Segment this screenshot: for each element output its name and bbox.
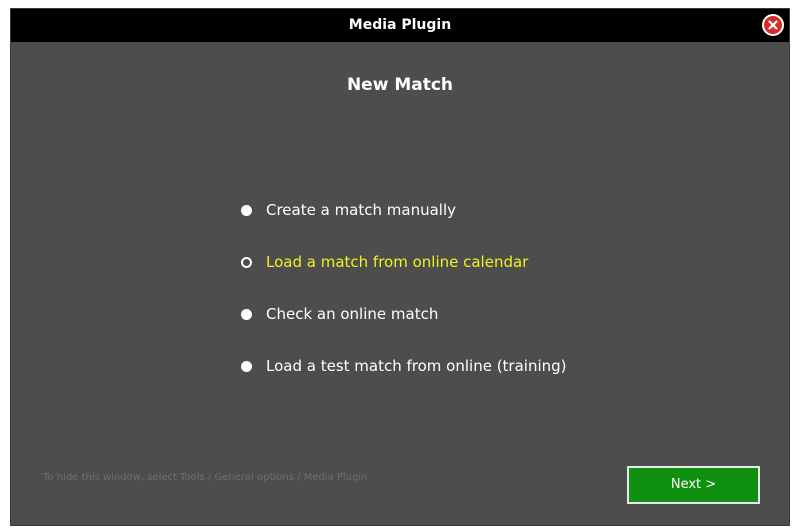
radio-button[interactable]	[241, 204, 252, 216]
close-icon	[768, 20, 778, 30]
radio-button[interactable]	[241, 308, 252, 320]
close-button[interactable]	[762, 14, 784, 36]
option-label: Create a match manually	[266, 201, 456, 219]
page-title: New Match	[346, 75, 454, 95]
window-title: Media Plugin	[348, 17, 452, 33]
media-plugin-window: Media Plugin New Match Create a match ma…	[10, 8, 790, 526]
option-load-online-calendar[interactable]: Load a match from online calendar	[241, 251, 567, 273]
option-label: Load a test match from online (training)	[266, 357, 567, 375]
option-check-online-match[interactable]: Check an online match	[241, 303, 567, 325]
option-label: Load a match from online calendar	[266, 253, 529, 271]
radio-button-selected[interactable]	[241, 256, 252, 268]
radio-button[interactable]	[241, 360, 252, 372]
match-options-group: Create a match manually Load a match fro…	[241, 199, 567, 407]
option-load-test-match[interactable]: Load a test match from online (training)	[241, 355, 567, 377]
title-bar: Media Plugin	[11, 9, 789, 42]
option-create-manually[interactable]: Create a match manually	[241, 199, 567, 221]
hide-window-hint: To hide this window, select Tools / Gene…	[43, 472, 368, 483]
next-button[interactable]: Next >	[627, 466, 760, 504]
option-label: Check an online match	[266, 305, 439, 323]
